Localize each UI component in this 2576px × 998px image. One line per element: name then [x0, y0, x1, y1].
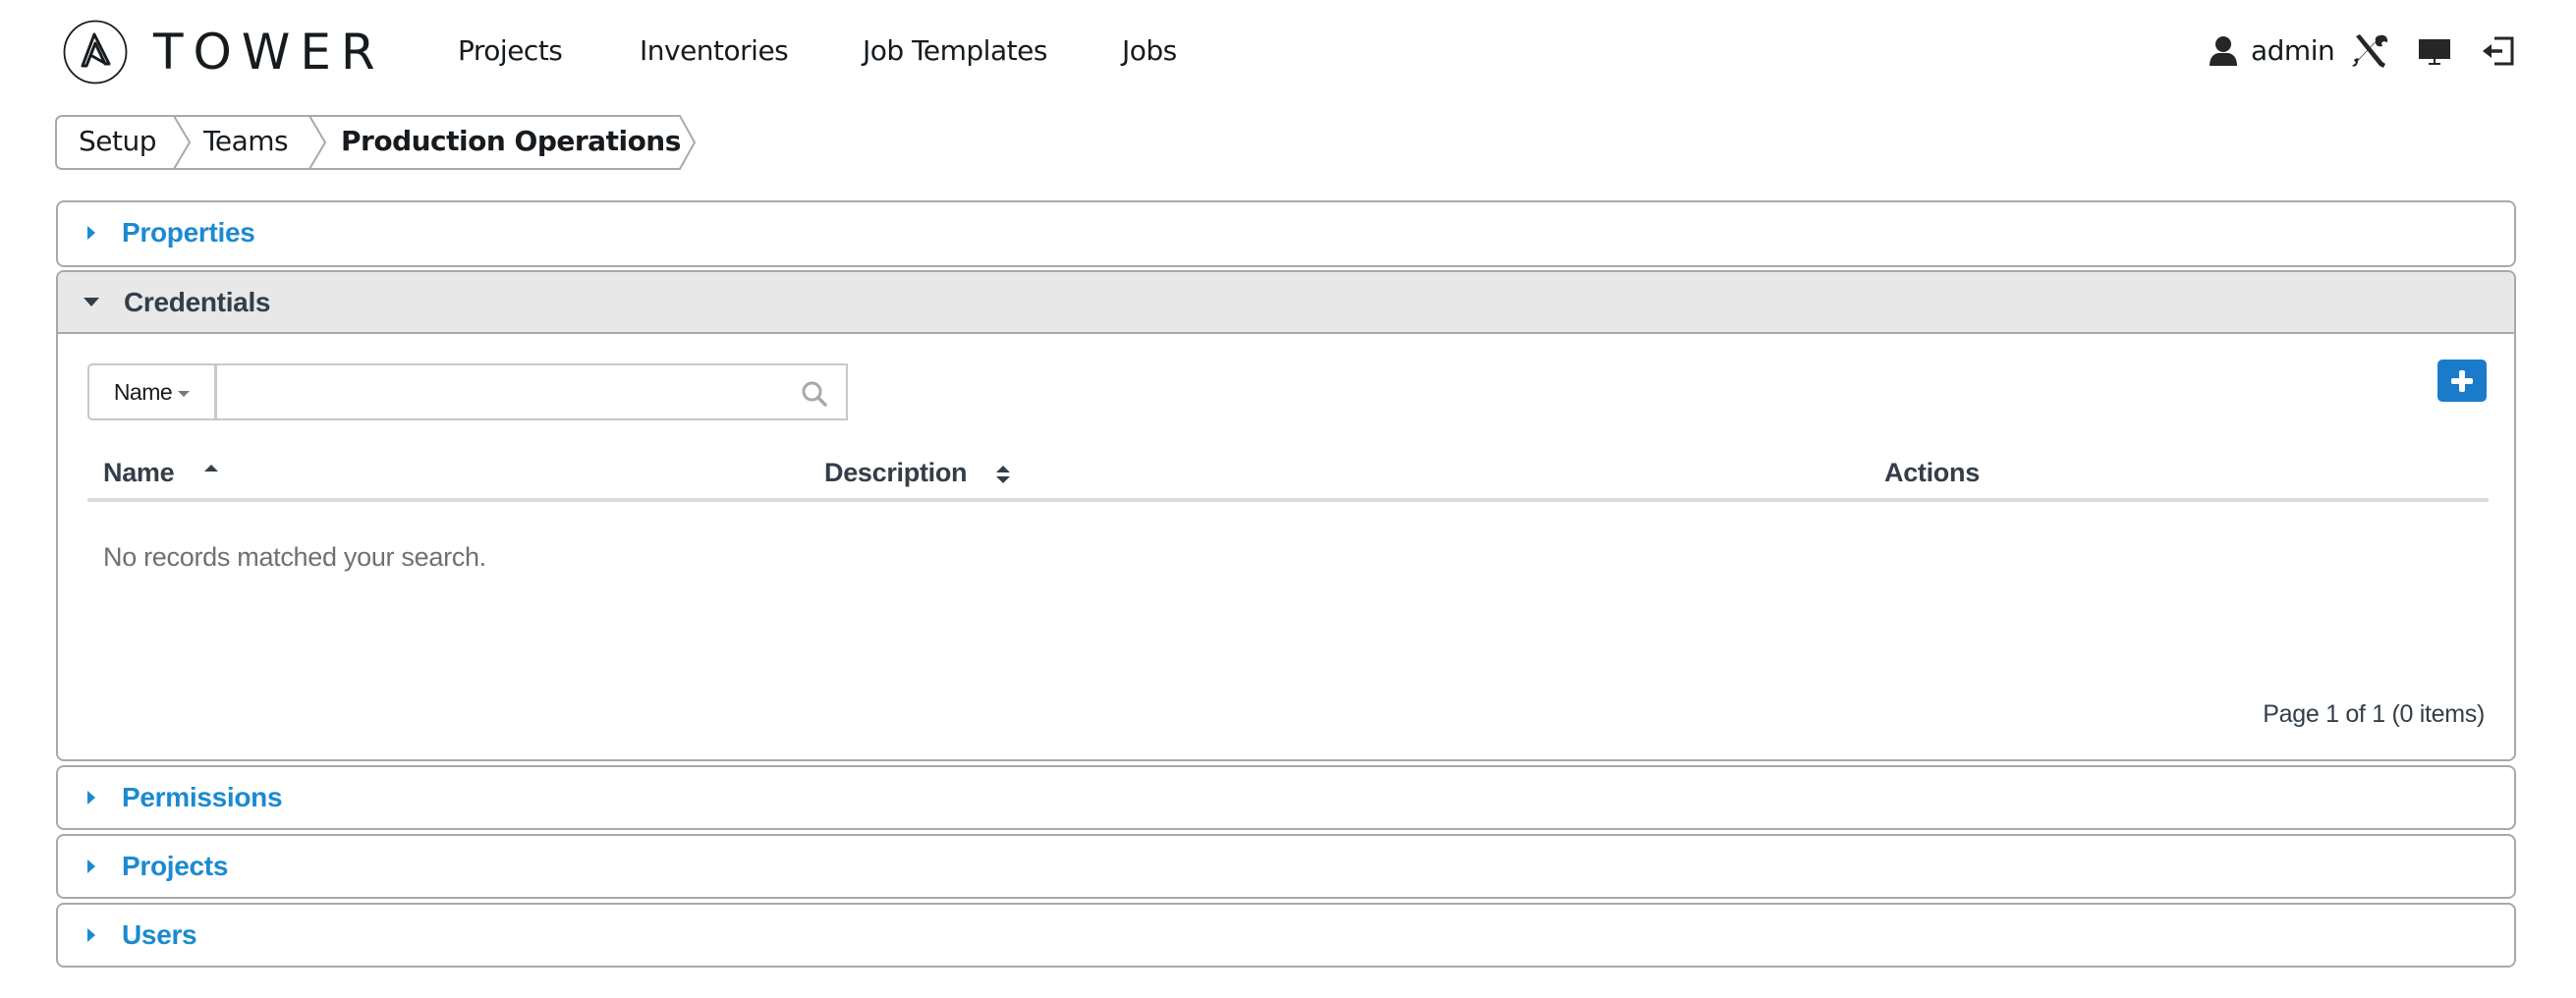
sort-ascending-icon [203, 464, 218, 471]
column-header-actions: Actions [1884, 447, 1980, 498]
brand-name: TOWER [153, 24, 385, 81]
properties-panel-header[interactable]: Properties [58, 202, 2514, 262]
nav-projects[interactable]: Projects [458, 28, 563, 75]
properties-panel: Properties [56, 200, 2516, 267]
user-name-link[interactable]: admin [2251, 28, 2335, 75]
search-field-label: Name [113, 378, 173, 405]
column-label-actions: Actions [1884, 458, 1980, 487]
credentials-search: Name [87, 363, 848, 420]
search-icon[interactable] [801, 380, 828, 408]
users-panel: Users [56, 903, 2516, 968]
caret-right-icon [87, 927, 95, 942]
search-input-wrapper [214, 363, 848, 420]
caret-right-icon [87, 225, 95, 240]
credentials-panel-title: Credentials [124, 286, 271, 317]
chevron-down-icon [178, 390, 191, 397]
column-header-name[interactable]: Name [103, 447, 219, 498]
nav-job-templates[interactable]: Job Templates [863, 28, 1047, 75]
plus-icon [2451, 369, 2473, 392]
caret-right-icon [87, 790, 95, 804]
ansible-logo-icon [63, 20, 128, 84]
monitor-icon[interactable] [2419, 28, 2450, 75]
sort-both-icon [996, 465, 1011, 483]
projects-panel-header[interactable]: Projects [58, 836, 2514, 896]
column-label-description: Description [824, 458, 968, 487]
search-input[interactable] [217, 365, 846, 418]
credentials-panel-body: Name Name Description Actions No records… [58, 334, 2514, 758]
breadcrumb-setup[interactable]: Setup [79, 115, 157, 168]
users-panel-title: Users [122, 918, 197, 950]
caret-right-icon [87, 859, 95, 873]
properties-panel-title: Properties [122, 216, 255, 248]
tower-logo[interactable]: TOWER [63, 20, 385, 84]
user-icon[interactable] [2209, 28, 2238, 75]
caret-down-icon [84, 298, 99, 306]
logout-icon[interactable] [2483, 28, 2514, 75]
credentials-panel: Credentials Name Name Description Action… [56, 270, 2516, 761]
users-panel-header[interactable]: Users [58, 905, 2514, 965]
nav-jobs[interactable]: Jobs [1122, 28, 1177, 75]
credentials-table-header: Name Description Actions [87, 447, 2489, 502]
credentials-panel-header[interactable]: Credentials [58, 272, 2514, 334]
permissions-panel: Permissions [56, 765, 2516, 830]
pagination-info: Page 1 of 1 (0 items) [2263, 700, 2485, 728]
breadcrumb-teams[interactable]: Teams [203, 115, 289, 168]
empty-table-message: No records matched your search. [103, 542, 486, 572]
column-header-description[interactable]: Description [824, 447, 1011, 498]
setup-tools-icon[interactable] [2352, 28, 2389, 75]
projects-panel: Projects [56, 834, 2516, 899]
search-field-dropdown[interactable]: Name [87, 363, 214, 420]
permissions-panel-title: Permissions [122, 781, 283, 812]
nav-inventories[interactable]: Inventories [640, 28, 789, 75]
top-navbar: TOWER Projects Inventories Job Templates… [0, 0, 2576, 103]
breadcrumb-current-team: Production Operations [341, 125, 681, 157]
column-label-name: Name [103, 458, 175, 487]
projects-panel-title: Projects [122, 850, 229, 881]
permissions-panel-header[interactable]: Permissions [58, 767, 2514, 827]
add-credential-button[interactable] [2437, 360, 2487, 402]
